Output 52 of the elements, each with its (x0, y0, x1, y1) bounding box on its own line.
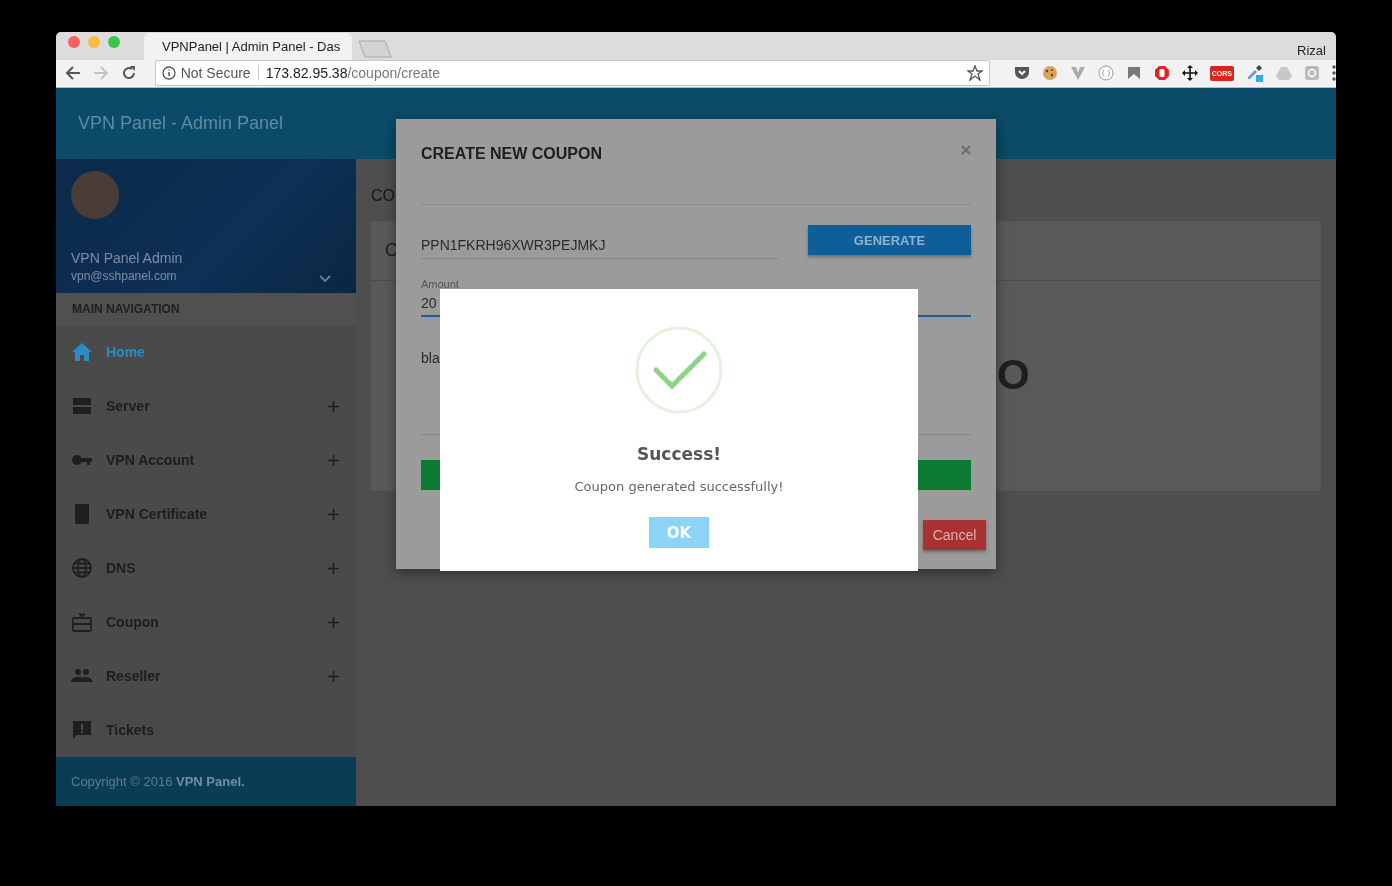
braces-circle-icon[interactable] (1097, 65, 1114, 82)
menu-icon[interactable] (1332, 65, 1336, 82)
user-email: vpn@sshpanel.com (71, 269, 178, 283)
modal-title: CREATE NEW COUPON (421, 145, 603, 163)
page-title: CO (371, 187, 395, 205)
ok-button[interactable]: OK (649, 517, 709, 548)
generate-button[interactable]: GENERATE (808, 225, 971, 255)
stop-hand-icon[interactable] (1153, 65, 1170, 82)
cancel-button[interactable]: Cancel (923, 520, 986, 550)
checkmark-icon (635, 326, 723, 414)
url-text: 173.82.95.38/coupon/create (265, 65, 442, 82)
nav-item[interactable]: Home (56, 325, 356, 379)
reload-icon[interactable] (120, 65, 137, 82)
profile-name[interactable]: Rizal (1297, 43, 1326, 58)
dialog-message: Coupon generated successfully! (574, 479, 784, 494)
home-icon (71, 341, 93, 363)
maximize-window-icon[interactable] (108, 35, 120, 48)
ticket-icon (71, 719, 93, 741)
eyedropper-icon[interactable] (1246, 64, 1264, 83)
globe-icon (71, 557, 93, 579)
avatar-icon (71, 171, 119, 219)
gift-icon (71, 611, 93, 633)
app-title[interactable]: VPN Panel - Admin Panel (78, 113, 284, 134)
move-icon[interactable] (1181, 65, 1198, 82)
plus-icon[interactable] (328, 508, 339, 520)
user-name: VPN Panel Admin (71, 250, 183, 266)
v-shape-icon[interactable] (1069, 65, 1086, 82)
security-label: Not Secure (180, 65, 251, 82)
dialog-title: Success! (637, 444, 721, 464)
plus-icon[interactable] (328, 562, 339, 574)
coupon-code-field[interactable]: PPN1FKRH96XWR3PEJMKJ (421, 225, 778, 259)
copyright-text: Copyright © 2016 VPN Panel. (71, 774, 245, 789)
close-icon[interactable] (961, 145, 971, 155)
new-tab-button[interactable] (358, 39, 392, 58)
browser-tab[interactable]: VPNPanel | Admin Panel - Das (144, 32, 352, 60)
chevron-down-icon[interactable] (319, 275, 331, 283)
plus-icon[interactable] (328, 400, 339, 412)
field-label: Amount (421, 278, 459, 290)
address-bar[interactable]: Not Secure 173.82.95.38/coupon/create (154, 60, 990, 87)
plus-icon[interactable] (328, 454, 339, 466)
star-icon[interactable] (966, 65, 983, 82)
plus-icon[interactable] (328, 616, 339, 628)
info-icon (161, 66, 176, 81)
close-window-icon[interactable] (68, 35, 80, 48)
server-icon (71, 395, 93, 417)
plus-icon[interactable] (328, 670, 339, 682)
minimize-window-icon[interactable] (88, 35, 100, 48)
back-icon[interactable] (65, 65, 81, 82)
cookie-icon[interactable] (1041, 65, 1058, 82)
pocket-icon[interactable] (1013, 65, 1030, 82)
card-value: O (997, 351, 1030, 398)
forward-icon[interactable] (92, 65, 109, 82)
